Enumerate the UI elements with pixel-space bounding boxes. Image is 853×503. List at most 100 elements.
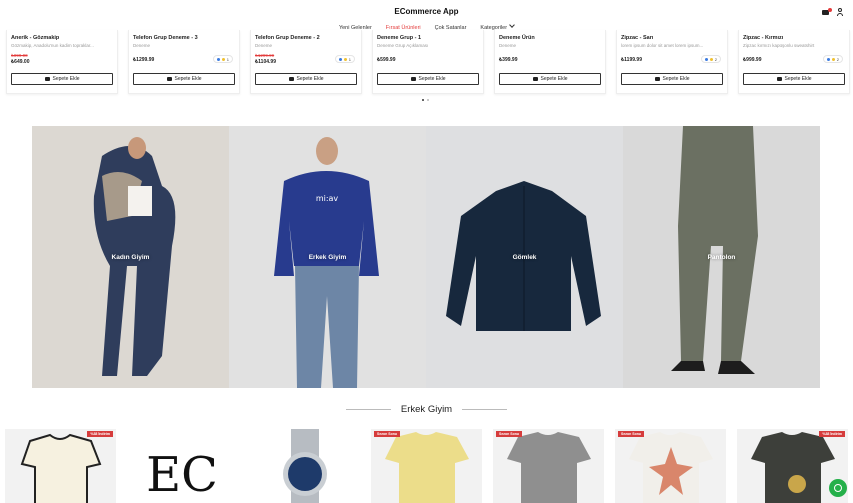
- category-men[interactable]: mi:av Erkek Giyim: [229, 126, 426, 388]
- carousel-pagination[interactable]: [422, 99, 429, 101]
- product-price: ₺599.99: [377, 57, 396, 63]
- main-nav: Yeni Gelenler Fırsat Ürünleri Çok Satanl…: [0, 22, 853, 31]
- cart-icon: [532, 77, 538, 81]
- product-image: [371, 429, 482, 503]
- add-to-cart-label: Sepete Ekle: [174, 76, 202, 82]
- product-description: Zipzac kırmızı kapüşonlu sweatshirt: [743, 43, 815, 48]
- cart-icon: [654, 77, 660, 81]
- add-to-cart-button[interactable]: Sepete Ekle: [133, 73, 235, 85]
- cart-icon[interactable]: [822, 8, 832, 16]
- product-price: ₺399.99: [499, 57, 518, 63]
- category-shirt[interactable]: Gömlek: [426, 126, 623, 388]
- color-variants[interactable]: 1: [334, 55, 355, 63]
- nav-new-arrivals[interactable]: Yeni Gelenler: [339, 25, 372, 31]
- cart-icon: [776, 77, 782, 81]
- category-label: Kadın Giyim: [111, 254, 150, 261]
- user-icon[interactable]: [836, 8, 844, 16]
- variant-count: 1: [226, 56, 229, 62]
- category-label: Gömlek: [512, 254, 537, 261]
- product-image: EC: [127, 429, 238, 503]
- product-price: ₺649.00: [11, 59, 30, 65]
- category-label: Erkek Giyim: [308, 254, 347, 261]
- product-description: Gözmakip, Anadolu'nun kadim topraklar...: [11, 43, 94, 48]
- variant-count: 2: [714, 56, 717, 62]
- cart-icon: [410, 77, 416, 81]
- nav-deals[interactable]: Fırsat Ürünleri: [386, 25, 421, 31]
- category-label: Pantolon: [707, 254, 736, 261]
- product-image: [5, 429, 116, 503]
- add-to-cart-label: Sepete Ekle: [418, 76, 446, 82]
- add-to-cart-button[interactable]: Sepete Ekle: [743, 73, 845, 85]
- product-card[interactable]: Telefon Grup Deneme - 3 Deneme ₺1299.99 …: [128, 30, 240, 94]
- nav-categories[interactable]: Kategoriler: [480, 22, 515, 31]
- color-swatch: [704, 57, 708, 61]
- header-icons: [822, 8, 844, 16]
- product-price: ₺1104.99: [255, 59, 276, 65]
- product-description: lorem ipsum dolor sit amet lorem ipsum..…: [621, 43, 704, 48]
- cart-icon: [288, 77, 294, 81]
- pagination-dot[interactable]: [422, 99, 424, 101]
- product-description: Deneme: [255, 43, 273, 48]
- section-heading: Erkek Giyim: [0, 404, 853, 415]
- product-image: [493, 429, 604, 503]
- season-badge: Sezon Sonu: [496, 431, 523, 437]
- cart-icon: [166, 77, 172, 81]
- variant-count: 2: [836, 56, 839, 62]
- color-variants[interactable]: 2: [822, 55, 843, 63]
- section-title: Erkek Giyim: [400, 404, 453, 415]
- color-swatch: [343, 57, 347, 61]
- add-to-cart-label: Sepete Ekle: [52, 76, 80, 82]
- cart-icon: [44, 77, 50, 81]
- product-price: ₺1299.99: [133, 57, 155, 63]
- whatsapp-icon[interactable]: [829, 479, 847, 497]
- product-card[interactable]: [249, 429, 360, 503]
- product-card[interactable]: %38 İndirim: [5, 429, 116, 503]
- color-swatch: [221, 57, 225, 61]
- color-swatch: [216, 57, 220, 61]
- category-women[interactable]: Kadın Giyim: [32, 126, 229, 388]
- nav-best-sellers[interactable]: Çok Satanlar: [435, 25, 467, 31]
- product-card[interactable]: Sezon Sonu: [615, 429, 726, 503]
- add-to-cart-button[interactable]: Sepete Ekle: [11, 73, 113, 85]
- chevron-down-icon: [509, 22, 515, 28]
- category-trousers[interactable]: Pantolon: [623, 126, 820, 388]
- product-card[interactable]: Zipzac - Sarı lorem ipsum dolor sit amet…: [616, 30, 728, 94]
- add-to-cart-label: Sepete Ekle: [540, 76, 568, 82]
- nav-categories-label: Kategoriler: [480, 25, 508, 31]
- color-swatch: [831, 57, 835, 61]
- discount-badge: %38 İndirim: [87, 431, 113, 437]
- svg-text:mi:av: mi:av: [316, 194, 339, 203]
- add-to-cart-label: Sepete Ekle: [784, 76, 812, 82]
- product-description: Deneme: [133, 43, 151, 48]
- cart-badge: [828, 8, 832, 12]
- site-header: ECommerce App Yeni Gelenler Fırsat Ürünl…: [0, 0, 853, 36]
- product-card[interactable]: Telefon Grup Deneme - 2 Deneme ₺1299.99 …: [250, 30, 362, 94]
- color-variants[interactable]: 2: [700, 55, 721, 63]
- add-to-cart-label: Sepete Ekle: [662, 76, 690, 82]
- season-badge: Sezon Sonu: [374, 431, 401, 437]
- add-to-cart-button[interactable]: Sepete Ekle: [377, 73, 479, 85]
- add-to-cart-button[interactable]: Sepete Ekle: [499, 73, 601, 85]
- product-card[interactable]: Sezon Sonu: [371, 429, 482, 503]
- product-image: [615, 429, 726, 503]
- color-variants[interactable]: 1: [212, 55, 233, 63]
- product-card[interactable]: Zipzac - Kırmızı Zipzac kırmızı kapüşonl…: [738, 30, 850, 94]
- pagination-dot[interactable]: [427, 99, 429, 101]
- site-logo[interactable]: ECommerce App: [0, 7, 853, 16]
- add-to-cart-button[interactable]: Sepete Ekle: [255, 73, 357, 85]
- product-price: ₺1199.99: [621, 57, 642, 63]
- color-swatch: [826, 57, 830, 61]
- product-image: [249, 429, 360, 503]
- product-price: ₺999.99: [743, 57, 762, 63]
- add-to-cart-button[interactable]: Sepete Ekle: [621, 73, 723, 85]
- product-card[interactable]: Deneme Ürün Deneme ₺399.99 Sepete Ekle: [494, 30, 606, 94]
- product-description: Deneme Grup Açıklaması: [377, 43, 429, 48]
- product-card[interactable]: Deneme Grup - 1 Deneme Grup Açıklaması ₺…: [372, 30, 484, 94]
- product-card[interactable]: EC: [127, 429, 238, 503]
- discount-badge: %38 İndirim: [819, 431, 845, 437]
- color-swatch: [709, 57, 713, 61]
- product-card[interactable]: Anerik - Gözmakip Gözmakip, Anadolu'nun …: [6, 30, 118, 94]
- season-badge: Sezon Sonu: [618, 431, 645, 437]
- product-card[interactable]: Sezon Sonu: [493, 429, 604, 503]
- product-description: Deneme: [499, 43, 517, 48]
